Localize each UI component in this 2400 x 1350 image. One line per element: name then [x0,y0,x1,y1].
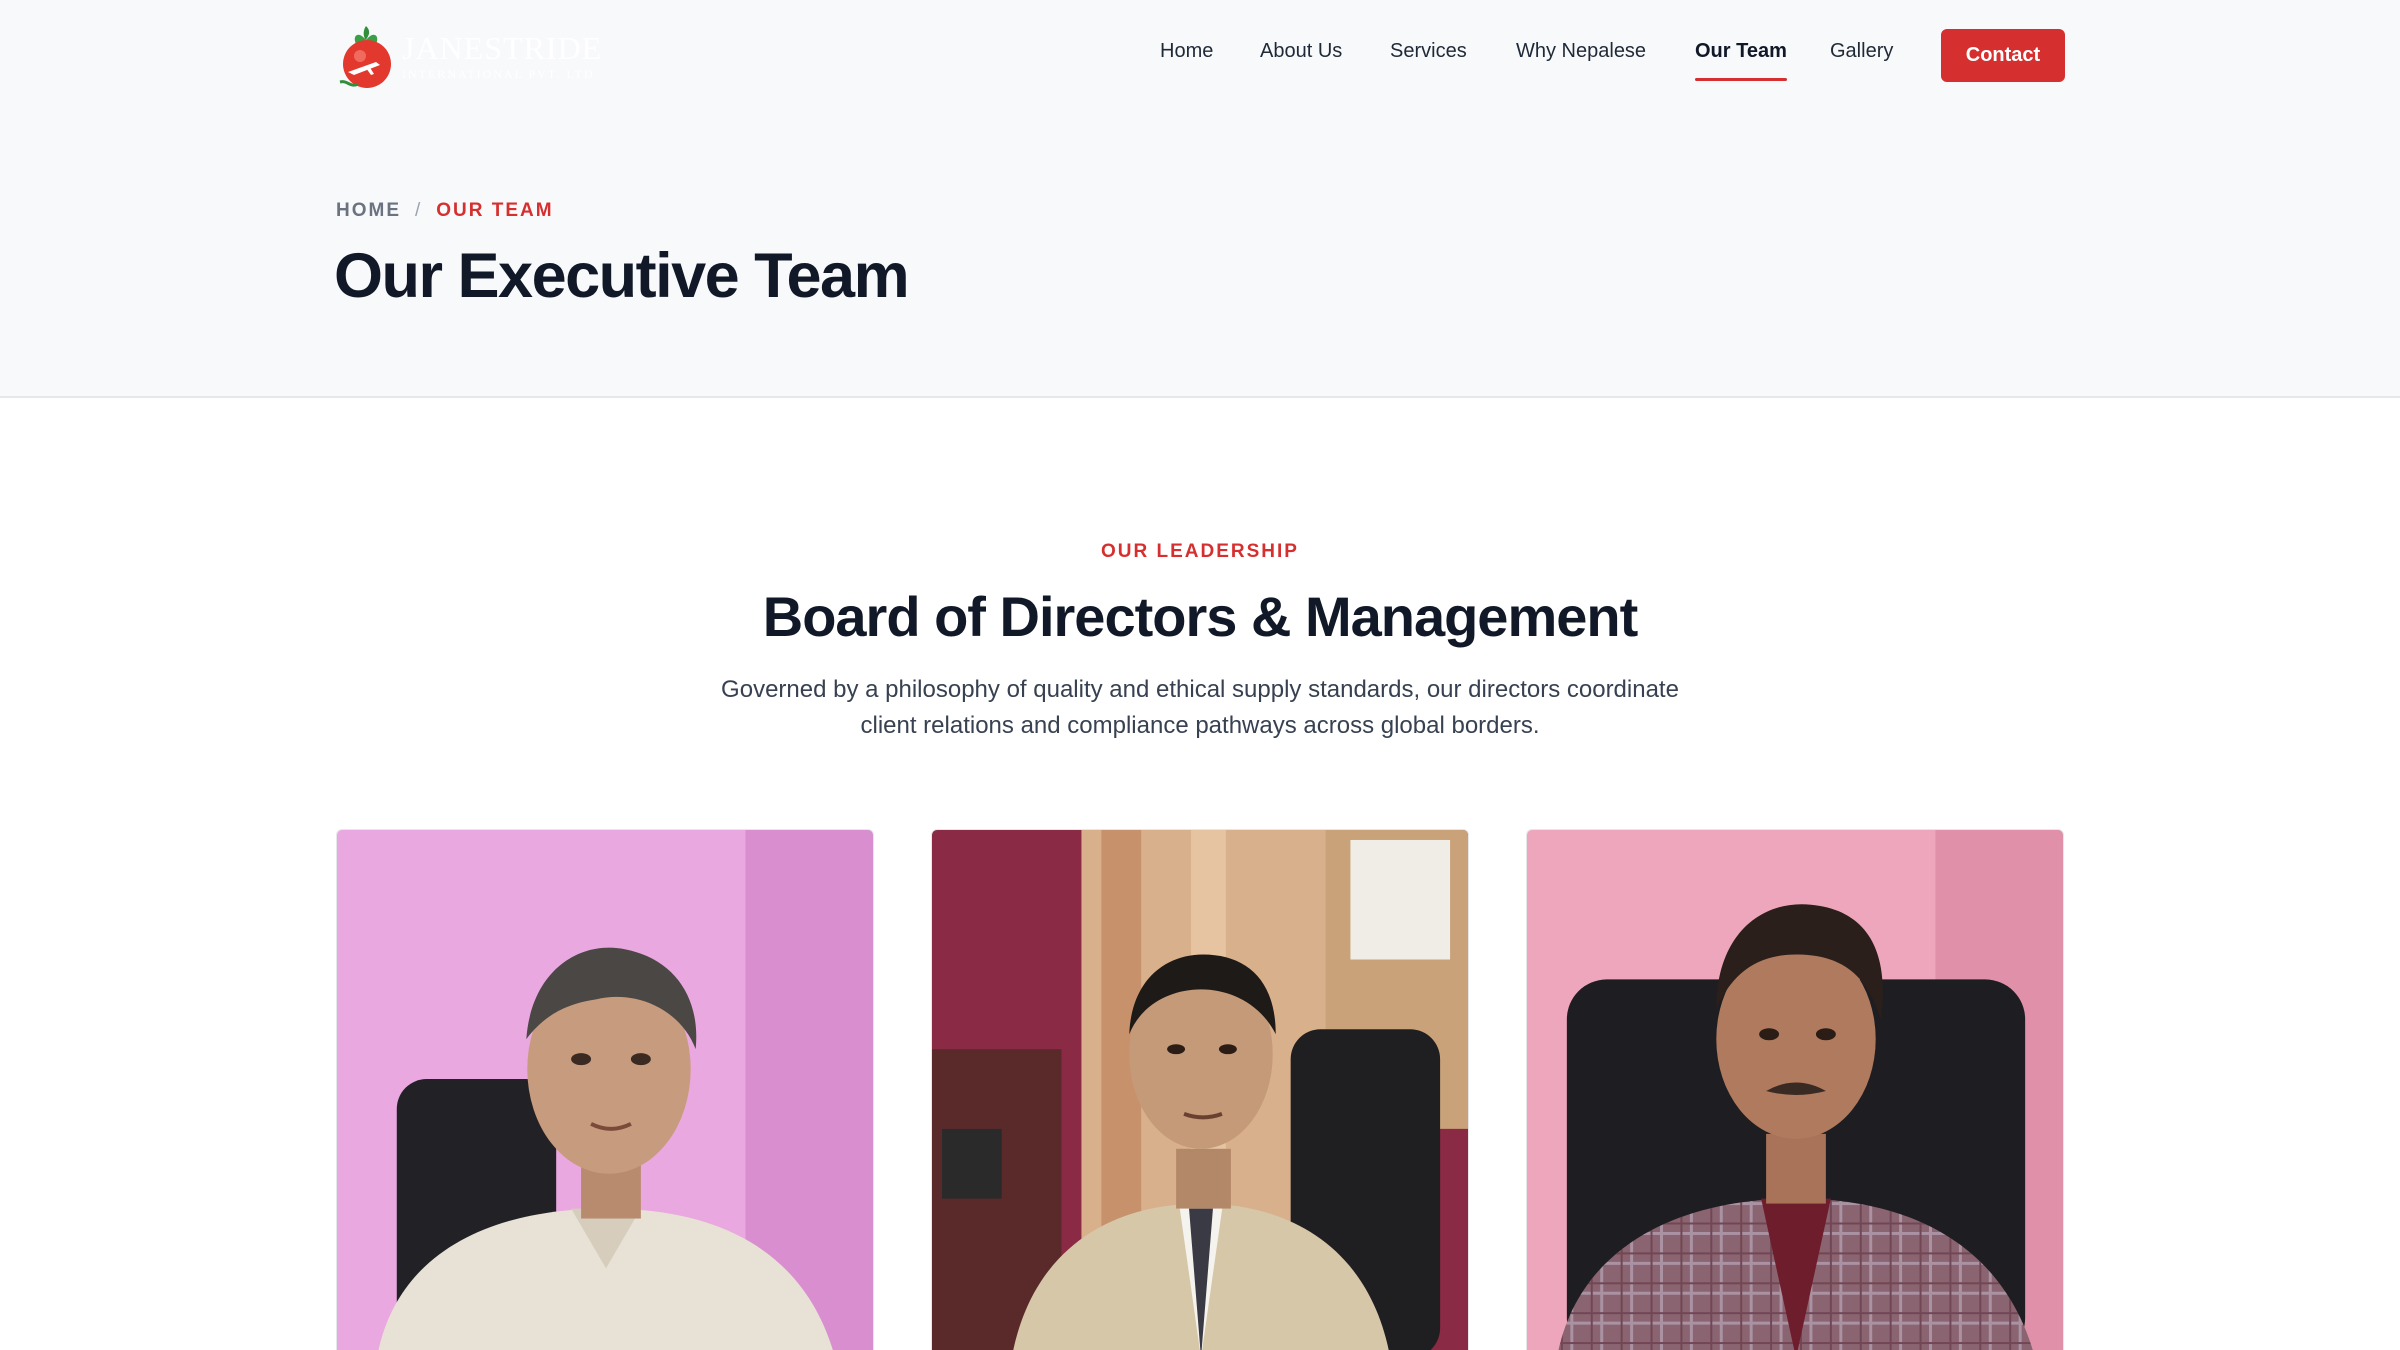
breadcrumb-home-link[interactable]: HOME [336,200,401,222]
section-eyebrow: OUR LEADERSHIP [1101,541,1299,562]
breadcrumb-current: OUR TEAM [436,200,554,221]
team-card-1[interactable] [336,829,874,1350]
site-logo[interactable]: JANESTRIDE INTERNATIONAL PVT. LTD [336,22,601,90]
director-photo-3 [1527,830,2063,1350]
team-card-2[interactable] [931,829,1469,1350]
contact-button[interactable]: Contact [1941,29,2065,82]
director-photo-2 [932,830,1468,1350]
section-title: Board of Directors & Management [762,585,1639,648]
breadcrumb-separator: / [415,200,423,221]
breadcrumb: HOME / OUR TEAM [336,200,554,222]
brand-name: JANESTRIDE [402,30,603,66]
page-title: Our Executive Team [334,241,910,311]
nav-about-us[interactable]: About Us [1260,40,1342,63]
brand-tagline: INTERNATIONAL PVT. LTD [402,67,595,81]
nav-services[interactable]: Services [1390,40,1467,63]
nav-why-nepalese[interactable]: Why Nepalese [1516,40,1646,63]
logo-icon [336,22,396,90]
nav-gallery[interactable]: Gallery [1830,40,1893,63]
section-description: Governed by a philosophy of quality and … [721,676,1679,739]
nav-home[interactable]: Home [1160,40,1213,63]
team-card-3[interactable] [1526,829,2064,1350]
main-navbar: JANESTRIDE INTERNATIONAL PVT. LTD Home A… [0,0,2400,110]
logo-wordmark: JANESTRIDE INTERNATIONAL PVT. LTD [402,32,602,80]
director-photo-1 [337,830,873,1350]
nav-our-team[interactable]: Our Team [1695,40,1787,81]
